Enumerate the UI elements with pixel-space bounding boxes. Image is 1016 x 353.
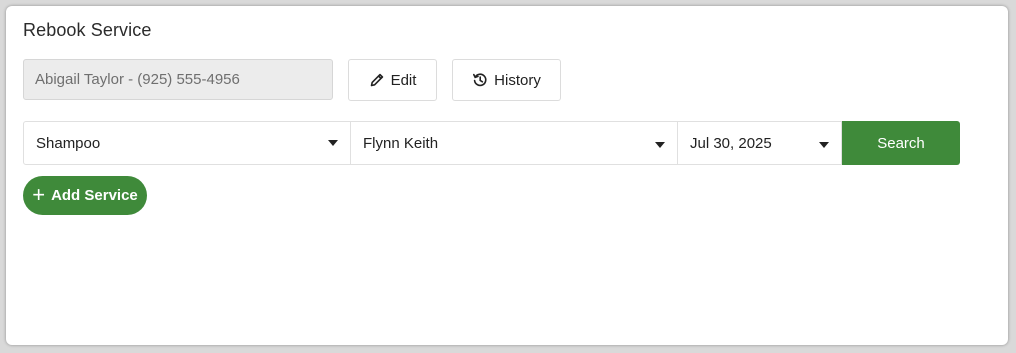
customer-field[interactable]: [23, 59, 333, 100]
plus-icon: +: [32, 181, 46, 207]
rebook-service-card: Rebook Service Edit History Shampoo Flyn…: [6, 6, 1008, 345]
staff-select[interactable]: Flynn Keith: [351, 121, 678, 165]
date-select-value: Jul 30, 2025: [690, 134, 772, 152]
caret-down-icon: [655, 142, 665, 148]
rebook-filter-row: Shampoo Flynn Keith Jul 30, 2025 Search: [23, 121, 960, 165]
date-select[interactable]: Jul 30, 2025: [678, 121, 842, 165]
history-button-label: History: [494, 71, 541, 89]
pencil-icon: [369, 72, 385, 88]
caret-down-icon: [328, 140, 338, 146]
card-title: Rebook Service: [23, 20, 152, 40]
add-service-button[interactable]: + Add Service: [23, 176, 147, 215]
edit-button-label: Edit: [390, 71, 417, 89]
service-select[interactable]: Shampoo: [23, 121, 351, 165]
search-button[interactable]: Search: [842, 121, 960, 165]
service-select-value: Shampoo: [36, 134, 101, 152]
caret-down-icon: [819, 142, 829, 148]
edit-button[interactable]: Edit: [348, 59, 437, 101]
add-service-label: Add Service: [51, 187, 138, 204]
history-icon: [472, 72, 488, 88]
history-button[interactable]: History: [452, 59, 561, 101]
staff-select-value: Flynn Keith: [363, 134, 439, 152]
